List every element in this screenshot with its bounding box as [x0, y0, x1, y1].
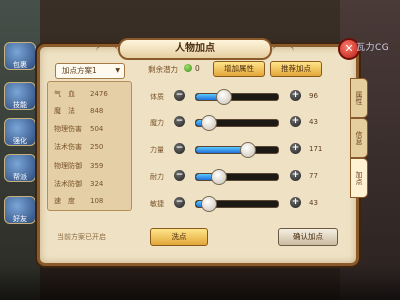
stat-value: 108 — [90, 197, 104, 205]
stat-label: 魔 法 — [54, 107, 75, 115]
stat-row: 法术伤害 250 — [54, 141, 128, 153]
slider-knob[interactable] — [239, 142, 256, 158]
stat-row: 物理伤害 504 — [54, 123, 128, 135]
bottom-bar — [0, 266, 400, 300]
plus-button[interactable]: + — [290, 197, 301, 208]
remaining-label: 剩余潜力 — [148, 65, 178, 74]
minus-button[interactable]: − — [174, 90, 185, 101]
attr-value: 171 — [309, 145, 323, 153]
minus-button[interactable]: − — [174, 170, 185, 181]
scheme-select-value: 加点方案1 — [62, 66, 97, 75]
confirm-points-button[interactable]: 确认加点 — [278, 228, 338, 246]
potential-icon — [184, 64, 192, 72]
stat-value: 2476 — [90, 90, 108, 98]
side-button-label: 包裹 — [13, 61, 27, 69]
attr-value: 96 — [309, 92, 318, 100]
plus-button[interactable]: + — [290, 116, 301, 127]
side-button-guild[interactable]: 帮派 — [4, 154, 36, 182]
stat-label: 物理防御 — [54, 162, 82, 170]
attr-label: 耐力 — [150, 173, 164, 181]
stat-label: 法术防御 — [54, 180, 82, 188]
stat-label: 法术伤害 — [54, 143, 82, 151]
stat-row: 物理防御 359 — [54, 160, 128, 172]
attr-label: 魔力 — [150, 119, 164, 127]
stat-value: 359 — [90, 162, 104, 170]
tab-attributes[interactable]: 属性 — [350, 78, 368, 118]
minus-button[interactable]: − — [174, 143, 185, 154]
attr-label: 体质 — [150, 93, 164, 101]
minus-button[interactable]: − — [174, 116, 185, 127]
side-button-label: 技能 — [13, 101, 27, 109]
tab-info[interactable]: 信息 — [350, 118, 368, 158]
attr-value: 43 — [309, 199, 318, 207]
minus-button[interactable]: − — [174, 197, 185, 208]
title-ornament-left — [96, 44, 118, 54]
attr-value: 43 — [309, 118, 318, 126]
slider-knob[interactable] — [211, 169, 228, 185]
attr-label: 力量 — [150, 146, 164, 154]
watermark: 瓦力CG — [356, 43, 390, 53]
side-button-skill[interactable]: 技能 — [4, 82, 36, 110]
side-button-friends[interactable]: 好友 — [4, 196, 36, 224]
attr-slider[interactable] — [195, 89, 279, 105]
scheme-select[interactable]: 加点方案1 ▼ — [55, 63, 125, 79]
stat-label: 速 度 — [54, 197, 75, 205]
tab-add-points[interactable]: 加点 — [350, 158, 368, 198]
title-ornament-right — [272, 44, 294, 54]
attr-slider[interactable] — [195, 142, 279, 158]
recommend-button[interactable]: 推荐加点 — [270, 61, 322, 77]
stat-row: 法术防御 324 — [54, 178, 128, 190]
stat-row: 魔 法 848 — [54, 105, 128, 117]
chevron-down-icon: ▼ — [115, 67, 120, 74]
stat-value: 324 — [90, 180, 104, 188]
stats-box: 气 血 2476 魔 法 848 物理伤害 504 法术伤害 250 物理防御 359 法… — [47, 81, 132, 211]
stat-label: 物理伤害 — [54, 125, 82, 133]
stat-row: 速 度 108 — [54, 195, 128, 207]
stat-label: 气 血 — [54, 90, 75, 98]
side-button-bag[interactable]: 包裹 — [4, 42, 36, 70]
add-attribute-button[interactable]: 增加属性 — [213, 61, 265, 77]
scheme-status: 当前方案已开启 — [57, 233, 106, 241]
attr-value: 77 — [309, 172, 318, 180]
plus-button[interactable]: + — [290, 90, 301, 101]
remaining-value: 0 — [195, 64, 200, 73]
wash-points-button[interactable]: 洗点 — [150, 228, 208, 246]
attr-label: 敏捷 — [150, 200, 164, 208]
plus-button[interactable]: + — [290, 143, 301, 154]
stat-value: 848 — [90, 107, 104, 115]
side-button-label: 强化 — [13, 137, 27, 145]
side-button-enhance[interactable]: 强化 — [4, 118, 36, 146]
plus-button[interactable]: + — [290, 170, 301, 181]
side-button-label: 好友 — [13, 215, 27, 223]
attr-slider[interactable] — [195, 196, 279, 212]
window-title: 人物加点 — [118, 38, 272, 60]
attr-slider[interactable] — [195, 115, 279, 131]
side-button-label: 帮派 — [13, 173, 27, 181]
stat-row: 气 血 2476 — [54, 88, 128, 100]
attr-slider[interactable] — [195, 169, 279, 185]
stat-value: 504 — [90, 125, 104, 133]
stat-value: 250 — [90, 143, 104, 151]
slider-knob[interactable] — [216, 89, 233, 105]
